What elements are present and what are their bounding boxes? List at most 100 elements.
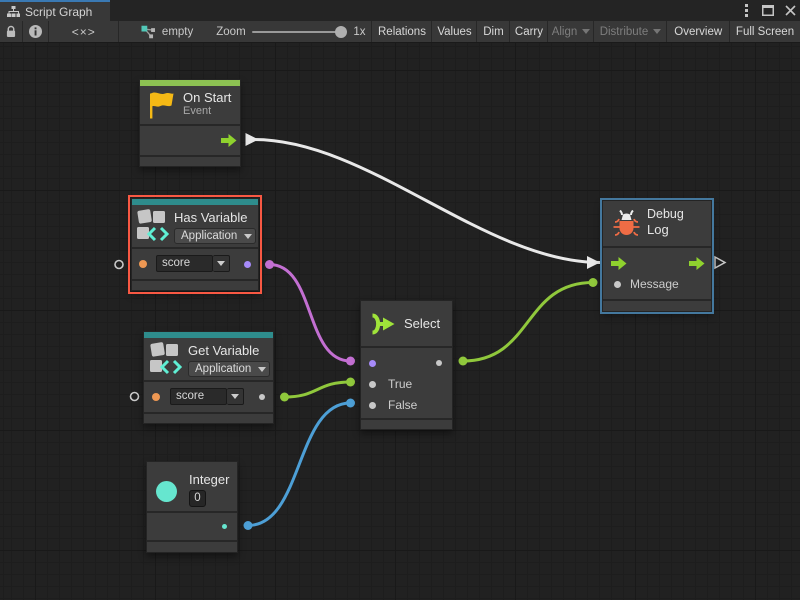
code-preview-button[interactable]: <×> xyxy=(49,21,119,42)
port-label-message: Message xyxy=(630,277,679,291)
toolbar-button-values[interactable]: Values xyxy=(432,21,477,42)
node-integer[interactable]: Integer 0 xyxy=(146,461,238,553)
node-title: Has Variable xyxy=(174,210,256,225)
selection-output-port[interactable] xyxy=(436,360,442,366)
port-label-true: True xyxy=(388,377,412,391)
wire-onstart-to-log-arrowhead xyxy=(587,256,600,269)
value-output-port[interactable] xyxy=(259,394,265,400)
variable-name-field[interactable]: score xyxy=(170,388,244,405)
false-input-port[interactable] xyxy=(369,402,376,409)
toolbar: <×> empty Zoom 1x Relations Values Dim C… xyxy=(0,21,800,43)
bug-icon xyxy=(613,210,640,237)
variable-kind-value: Application xyxy=(181,230,237,242)
control-input-port[interactable] xyxy=(611,257,627,270)
tab-bar: Script Graph xyxy=(0,0,800,21)
script-graph-icon xyxy=(7,6,20,17)
zoom-slider[interactable] xyxy=(252,31,342,33)
wire-getvariable-to-select[interactable] xyxy=(285,382,351,397)
variable-kind-dropdown[interactable]: Application xyxy=(174,228,256,244)
info-button[interactable] xyxy=(23,21,49,42)
button-label: Carry xyxy=(515,26,543,38)
button-label: Relations xyxy=(378,26,426,38)
lock-icon xyxy=(6,25,16,38)
name-input-port[interactable] xyxy=(139,260,147,268)
toolbar-button-carry[interactable]: Carry xyxy=(510,21,548,42)
wire-getvariable-to-select-endpoint-dot xyxy=(280,393,289,402)
node-title: Debug xyxy=(647,207,684,222)
node-debug-log[interactable]: Debug Log Message xyxy=(602,200,712,312)
node-subtitle: Log xyxy=(647,222,684,237)
integer-icon xyxy=(156,481,177,502)
wire-integer-to-select-endpoint-dot xyxy=(244,521,253,530)
node-has-variable[interactable]: Has Variable Application score xyxy=(131,198,259,291)
toolbar-button-full-screen[interactable]: Full Screen xyxy=(730,21,800,42)
control-output-port[interactable] xyxy=(221,134,237,147)
control-output-port[interactable] xyxy=(689,257,705,270)
variable-name-value[interactable]: score xyxy=(156,255,213,272)
toolbar-button-relations[interactable]: Relations xyxy=(372,21,432,42)
wire-hasvariable-to-select[interactable] xyxy=(270,265,351,362)
unconnected-input-has-variable[interactable] xyxy=(115,261,123,269)
flag-icon xyxy=(147,91,175,120)
true-input-port[interactable] xyxy=(369,381,376,388)
wire-hasvariable-to-select-endpoint-dot xyxy=(265,260,274,269)
close-icon[interactable] xyxy=(782,3,798,19)
chevron-down-icon xyxy=(258,367,266,372)
variable-picker-button[interactable] xyxy=(213,255,230,272)
integer-value-field[interactable]: 0 xyxy=(189,490,206,507)
unconnected-output-debug-log[interactable] xyxy=(715,257,725,268)
chevron-down-icon xyxy=(653,29,661,34)
wire-getvariable-to-select-endpoint-dot xyxy=(346,378,355,387)
variable-kind-dropdown[interactable]: Application xyxy=(188,361,270,377)
button-label: Dim xyxy=(483,26,503,38)
node-select[interactable]: Select True False xyxy=(360,300,453,430)
message-input-port[interactable] xyxy=(614,281,621,288)
node-title: On Start xyxy=(183,90,231,105)
value-output-port[interactable] xyxy=(222,524,227,529)
button-label: Full Screen xyxy=(736,26,794,38)
variable-name-field[interactable]: score xyxy=(156,255,230,272)
variable-kind-value: Application xyxy=(195,363,251,375)
chevron-down-icon xyxy=(582,29,590,34)
wire-select-to-log[interactable] xyxy=(463,283,593,362)
variable-name-value[interactable]: score xyxy=(170,388,227,405)
toolbar-button-dim[interactable]: Dim xyxy=(477,21,510,42)
unconnected-input-get-variable[interactable] xyxy=(131,393,139,401)
wire-onstart-to-log-arrowhead xyxy=(246,133,259,146)
variable-picker-button[interactable] xyxy=(227,388,244,405)
maximize-icon[interactable] xyxy=(760,3,776,19)
wire-select-to-log-endpoint-dot xyxy=(459,357,468,366)
toolbar-button-align[interactable]: Align xyxy=(548,21,594,42)
lock-button[interactable] xyxy=(0,21,23,42)
wire-onstart-to-log[interactable] xyxy=(254,140,600,263)
zoom-label: Zoom xyxy=(216,26,245,38)
name-input-port[interactable] xyxy=(152,393,160,401)
button-label: Distribute xyxy=(600,26,649,38)
chevron-down-icon xyxy=(231,394,239,399)
toolbar-button-overview[interactable]: Overview xyxy=(667,21,730,42)
toolbar-button-distribute[interactable]: Distribute xyxy=(594,21,667,42)
condition-input-port[interactable] xyxy=(369,360,376,367)
node-title: Select xyxy=(404,316,440,331)
node-title: Get Variable xyxy=(188,343,270,358)
button-label: Values xyxy=(437,26,471,38)
zoom-slider-knob[interactable] xyxy=(335,26,347,38)
node-get-variable[interactable]: Get Variable Application score xyxy=(143,331,274,424)
wire-integer-to-select-endpoint-dot xyxy=(346,399,355,408)
graph-reference-label[interactable]: empty xyxy=(162,26,193,38)
tab-script-graph[interactable]: Script Graph xyxy=(0,0,110,21)
graph-canvas[interactable]: On Start Event Has Variable xyxy=(0,43,800,600)
variables-icon xyxy=(150,341,182,377)
node-on-start[interactable]: On Start Event xyxy=(139,79,241,167)
chevron-down-icon xyxy=(244,234,252,239)
tab-title: Script Graph xyxy=(25,5,92,19)
bool-output-port[interactable] xyxy=(244,261,251,268)
code-icon: <×> xyxy=(72,25,96,39)
node-subtitle: Event xyxy=(183,105,231,118)
kebab-menu-icon[interactable] xyxy=(738,3,754,19)
wire-select-to-log-endpoint-dot xyxy=(589,278,598,287)
variables-icon xyxy=(137,208,169,244)
node-title: Integer xyxy=(189,472,229,487)
wire-hasvariable-to-select-endpoint-dot xyxy=(346,357,355,366)
graph-zoom-segment: empty Zoom 1x xyxy=(119,21,372,42)
